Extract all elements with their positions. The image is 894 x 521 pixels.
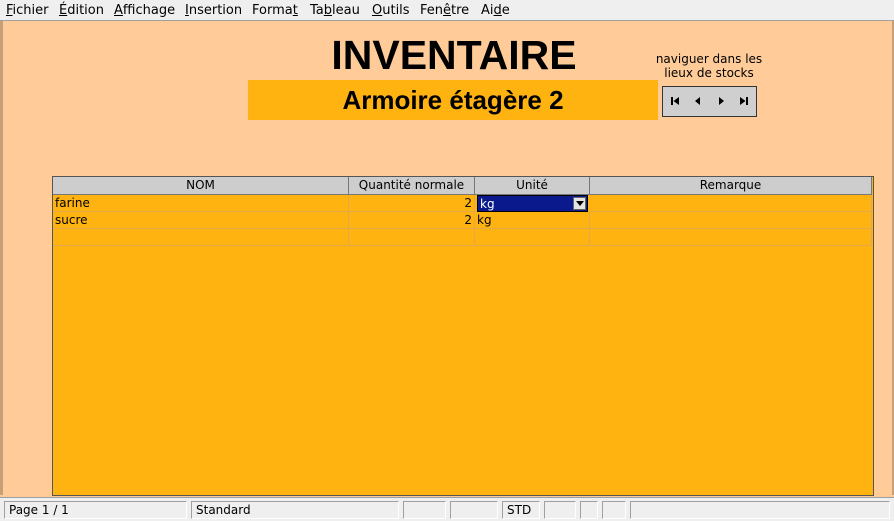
menu-aide[interactable]: Aide (481, 3, 510, 18)
status-language[interactable] (450, 501, 498, 519)
menu-outils[interactable]: Outils (372, 3, 410, 18)
menu-edition[interactable]: Édition (59, 3, 104, 18)
unit-dropdown[interactable]: kg (477, 195, 588, 212)
page-title: INVENTAIRE (331, 32, 577, 78)
table-row[interactable]: sucre 2 kg (53, 212, 873, 229)
cell-unite[interactable]: kg (475, 212, 590, 229)
unit-dropdown-value: kg (480, 197, 495, 211)
location-field[interactable]: Armoire étagère 2 (248, 80, 658, 120)
cell-nom-empty[interactable] (53, 229, 349, 246)
menu-fichier[interactable]: Fichier (6, 3, 49, 18)
table-row[interactable]: farine 2 kg (53, 195, 873, 212)
column-header-remarque[interactable]: Remarque (590, 177, 872, 195)
status-page: Page 1 / 1 (4, 501, 187, 519)
first-record-button[interactable] (664, 87, 687, 116)
cell-nom[interactable]: farine (53, 195, 349, 212)
menu-format[interactable]: Format (252, 3, 298, 18)
cell-remarque[interactable] (590, 195, 872, 212)
menu-fenetre[interactable]: Fenêtre (420, 3, 469, 18)
table-row-new[interactable] (53, 229, 873, 246)
column-header-nom[interactable]: NOM (53, 177, 349, 195)
previous-record-button[interactable] (687, 87, 710, 116)
status-info (630, 501, 890, 519)
inventory-grid: NOM Quantité normale Unité Remarque fari… (52, 176, 874, 496)
menu-insertion[interactable]: Insertion (185, 3, 242, 18)
nav-label-line-2: lieux de stocks (664, 66, 754, 80)
chevron-down-icon (576, 201, 584, 206)
cell-unite-empty[interactable] (475, 229, 590, 246)
column-header-quantite[interactable]: Quantité normale (349, 177, 475, 195)
cell-remarque-empty[interactable] (590, 229, 872, 246)
status-selection[interactable] (544, 501, 576, 519)
status-style[interactable]: Standard (191, 501, 399, 519)
status-modified (580, 501, 598, 519)
cell-nom[interactable]: sucre (53, 212, 349, 229)
last-record-button[interactable] (733, 87, 756, 116)
record-navigation-bar (662, 86, 757, 117)
status-mode[interactable]: STD (502, 501, 540, 519)
next-record-icon (719, 97, 724, 105)
menu-bar: Fichier Édition Affichage Insertion Form… (0, 0, 894, 21)
next-record-button[interactable] (710, 87, 733, 116)
column-header-unite[interactable]: Unité (475, 177, 590, 195)
menu-tableau[interactable]: Tableau (310, 3, 360, 18)
nav-label-line-1: naviguer dans les (655, 52, 763, 66)
work-area-left-border (0, 21, 3, 495)
cell-remarque[interactable] (590, 212, 872, 229)
first-record-icon (671, 97, 679, 105)
cell-quantite-empty[interactable] (349, 229, 475, 246)
cell-quantite[interactable]: 2 (349, 195, 475, 212)
status-bar: Page 1 / 1 Standard STD (0, 497, 894, 521)
last-record-icon (740, 97, 748, 105)
location-name: Armoire étagère 2 (342, 85, 564, 115)
dropdown-button[interactable] (573, 197, 586, 210)
nav-label: naviguer dans les lieux de stocks (648, 52, 770, 80)
menu-affichage[interactable]: Affichage (114, 3, 175, 18)
previous-record-icon (695, 97, 700, 105)
status-signature[interactable] (602, 501, 626, 519)
cell-quantite[interactable]: 2 (349, 212, 475, 229)
status-zoom[interactable] (403, 501, 446, 519)
